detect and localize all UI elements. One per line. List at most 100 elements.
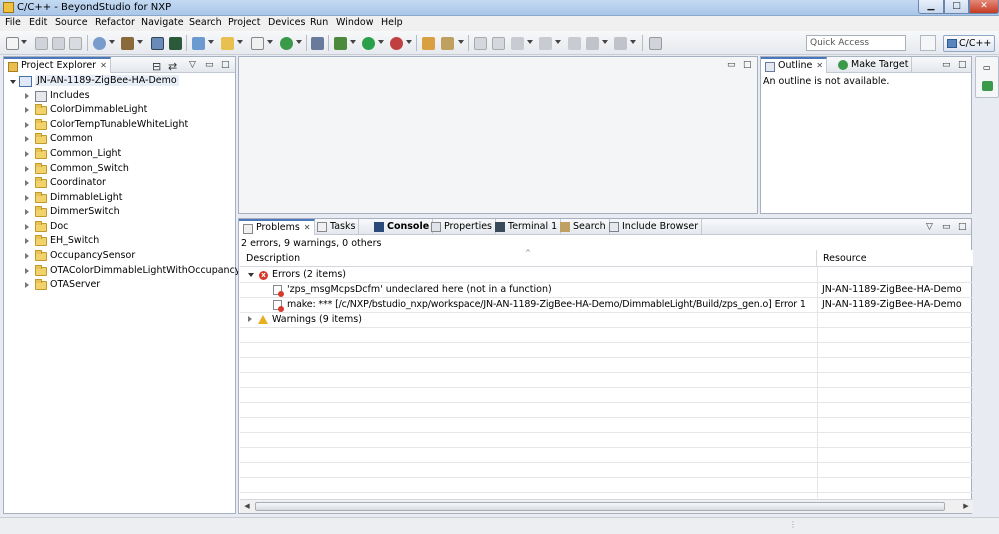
run-icon[interactable] xyxy=(362,37,375,50)
menu-devices[interactable]: Devices xyxy=(268,17,305,28)
collapsed-icon[interactable] xyxy=(25,93,29,99)
collapsed-icon[interactable] xyxy=(25,195,29,201)
scroll-left-icon[interactable]: ◀ xyxy=(240,500,254,513)
tree-item-colortemptunablewhitelight[interactable]: ColorTempTunableWhiteLight xyxy=(25,119,225,133)
chevron-down-icon[interactable] xyxy=(21,40,27,44)
open-type-icon[interactable] xyxy=(422,37,435,50)
problem-row[interactable]: 'zps_msgMcpsDcfm' undeclared here (not i… xyxy=(240,283,973,297)
close-tab-icon[interactable]: ✕ xyxy=(304,223,311,232)
new-icon[interactable] xyxy=(6,37,19,50)
new-class-icon[interactable] xyxy=(280,37,293,50)
tree-item-otaserver[interactable]: OTAServer xyxy=(25,279,225,293)
skip-breakpoints-icon[interactable] xyxy=(311,37,324,50)
chevron-down-icon[interactable] xyxy=(458,40,464,44)
debug-icon[interactable] xyxy=(334,37,347,50)
tab-project-explorer[interactable]: Project Explorer ✕ xyxy=(4,57,111,73)
chevron-down-icon[interactable] xyxy=(527,40,533,44)
chevron-down-icon[interactable] xyxy=(109,40,115,44)
maximize-button[interactable]: □ xyxy=(944,0,969,14)
open-perspective-icon[interactable] xyxy=(920,35,936,51)
print-icon[interactable] xyxy=(69,37,82,50)
tab-search[interactable]: Search xyxy=(556,219,610,235)
minimize-view-icon[interactable]: ▭ xyxy=(727,60,736,70)
expanded-icon[interactable] xyxy=(248,273,254,277)
collapsed-icon[interactable] xyxy=(25,151,29,157)
perspective-cc-button[interactable]: C/C++ xyxy=(943,35,995,52)
flash-icon[interactable] xyxy=(169,37,182,50)
tree-item-includes[interactable]: Includes xyxy=(25,90,225,104)
close-tab-icon[interactable]: ✕ xyxy=(816,61,823,70)
menu-file[interactable]: File xyxy=(5,17,21,28)
maximize-view-icon[interactable]: □ xyxy=(958,222,967,232)
maximize-view-icon[interactable]: □ xyxy=(958,60,967,70)
tree-item-common-switch[interactable]: Common_Switch xyxy=(25,163,225,177)
tab-make-target[interactable]: Make Target xyxy=(834,57,913,73)
tree-item-occupancysensor[interactable]: OccupancySensor xyxy=(25,250,225,264)
minimize-view-icon[interactable]: ▭ xyxy=(942,222,951,232)
chevron-down-icon[interactable] xyxy=(350,40,356,44)
tab-console[interactable]: Console xyxy=(370,219,434,235)
chevron-down-icon[interactable] xyxy=(406,40,412,44)
forward-arrow-icon[interactable] xyxy=(614,37,627,50)
collapsed-icon[interactable] xyxy=(25,107,29,113)
back-arrow-icon[interactable] xyxy=(586,37,599,50)
horizontal-scrollbar[interactable]: ◀ ▶ xyxy=(240,499,973,513)
tab-tasks[interactable]: Tasks xyxy=(313,219,360,235)
view-menu-icon[interactable]: ▽ xyxy=(926,222,933,232)
toggle-mark-icon[interactable] xyxy=(474,37,487,50)
scrollbar-thumb[interactable] xyxy=(255,502,945,511)
collapse-all-icon[interactable]: ⊟ xyxy=(152,60,161,73)
collapsed-icon[interactable] xyxy=(25,224,29,230)
view-menu-icon[interactable]: ▽ xyxy=(189,60,196,70)
build-config-icon[interactable] xyxy=(93,37,106,50)
tree-project-row[interactable]: JN-AN-1189-ZigBee-HA-Demo xyxy=(10,75,180,89)
minimize-button[interactable]: ▁ xyxy=(918,0,944,14)
menu-help[interactable]: Help xyxy=(381,17,403,28)
new-file-icon[interactable] xyxy=(251,37,264,50)
chevron-down-icon[interactable] xyxy=(555,40,561,44)
menu-project[interactable]: Project xyxy=(228,17,261,28)
chevron-down-icon[interactable] xyxy=(630,40,636,44)
collapsed-icon[interactable] xyxy=(25,282,29,288)
chevron-down-icon[interactable] xyxy=(602,40,608,44)
column-resource[interactable]: Resource xyxy=(817,250,973,267)
menu-refactor[interactable]: Refactor xyxy=(95,17,135,28)
collapsed-icon[interactable] xyxy=(25,166,29,172)
tree-item-dimmablelight[interactable]: DimmableLight xyxy=(25,192,225,206)
menu-edit[interactable]: Edit xyxy=(29,17,47,28)
device-icon[interactable] xyxy=(151,37,164,50)
collapsed-icon[interactable] xyxy=(248,316,252,322)
tree-item-otacolordimmablelightwithoccupancy[interactable]: OTAColorDimmableLightWithOccupancy xyxy=(25,265,240,279)
tab-properties[interactable]: Properties xyxy=(427,219,497,235)
close-tab-icon[interactable]: ✕ xyxy=(100,61,107,70)
collapsed-icon[interactable] xyxy=(25,238,29,244)
save-all-icon[interactable] xyxy=(52,37,65,50)
tab-terminal[interactable]: Terminal 1 xyxy=(491,219,562,235)
menu-search[interactable]: Search xyxy=(189,17,222,28)
tab-include-browser[interactable]: Include Browser xyxy=(605,219,703,235)
save-icon[interactable] xyxy=(35,37,48,50)
pin-editor-icon[interactable] xyxy=(649,37,662,50)
menu-window[interactable]: Window xyxy=(336,17,373,28)
close-button[interactable]: ✕ xyxy=(969,0,999,14)
maximize-view-icon[interactable]: □ xyxy=(221,60,230,70)
new-project-icon[interactable] xyxy=(192,37,205,50)
new-folder-icon[interactable] xyxy=(221,37,234,50)
tree-item-common-light[interactable]: Common_Light xyxy=(25,148,225,162)
collapsed-icon[interactable] xyxy=(25,136,29,142)
errors-group-row[interactable]: x Errors (2 items) xyxy=(240,268,817,282)
expanded-icon[interactable] xyxy=(10,80,16,84)
prev-annotation-icon[interactable] xyxy=(539,37,552,50)
collapsed-icon[interactable] xyxy=(25,209,29,215)
menu-navigate[interactable]: Navigate xyxy=(141,17,184,28)
quick-access-input[interactable]: Quick Access xyxy=(806,35,906,51)
toggle-block-icon[interactable] xyxy=(492,37,505,50)
hammer-build-icon[interactable] xyxy=(121,37,134,50)
chevron-down-icon[interactable] xyxy=(237,40,243,44)
minimize-view-icon[interactable]: ▭ xyxy=(942,60,951,70)
collapsed-icon[interactable] xyxy=(25,268,29,274)
chevron-down-icon[interactable] xyxy=(267,40,273,44)
link-editor-icon[interactable]: ⇄ xyxy=(168,60,177,73)
chevron-down-icon[interactable] xyxy=(208,40,214,44)
menu-run[interactable]: Run xyxy=(310,17,328,28)
